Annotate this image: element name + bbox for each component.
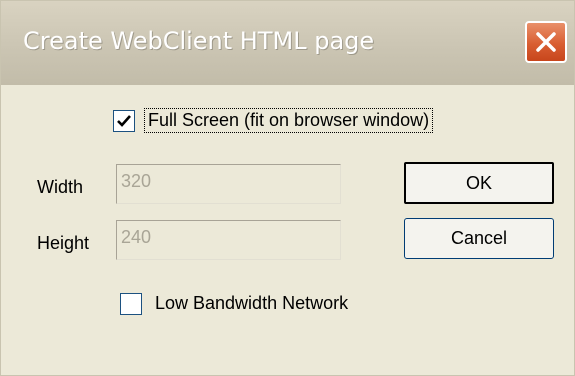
- checkmark-icon: [117, 114, 131, 127]
- cancel-button[interactable]: Cancel: [404, 218, 554, 259]
- dialog-body: Full Screen (fit on browser window) Widt…: [1, 85, 574, 375]
- close-button[interactable]: [525, 21, 567, 63]
- full-screen-label[interactable]: Full Screen (fit on browser window): [143, 108, 434, 133]
- dialog-window: Create WebClient HTML page Full Screen (…: [0, 0, 575, 376]
- full-screen-checkbox-row[interactable]: Full Screen (fit on browser window): [113, 108, 434, 133]
- close-icon: [536, 32, 556, 52]
- full-screen-checkbox[interactable]: [113, 109, 135, 132]
- ok-button[interactable]: OK: [404, 162, 554, 204]
- low-bandwidth-checkbox[interactable]: [120, 292, 142, 315]
- width-input[interactable]: 320: [116, 164, 341, 204]
- width-label: Width: [37, 177, 84, 197]
- low-bandwidth-checkbox-row[interactable]: Low Bandwidth Network: [120, 292, 351, 315]
- height-input[interactable]: 240: [116, 220, 341, 260]
- window-title: Create WebClient HTML page: [23, 27, 375, 55]
- height-label: Height: [37, 233, 90, 253]
- low-bandwidth-label[interactable]: Low Bandwidth Network: [152, 292, 351, 315]
- title-bar[interactable]: Create WebClient HTML page: [1, 1, 574, 85]
